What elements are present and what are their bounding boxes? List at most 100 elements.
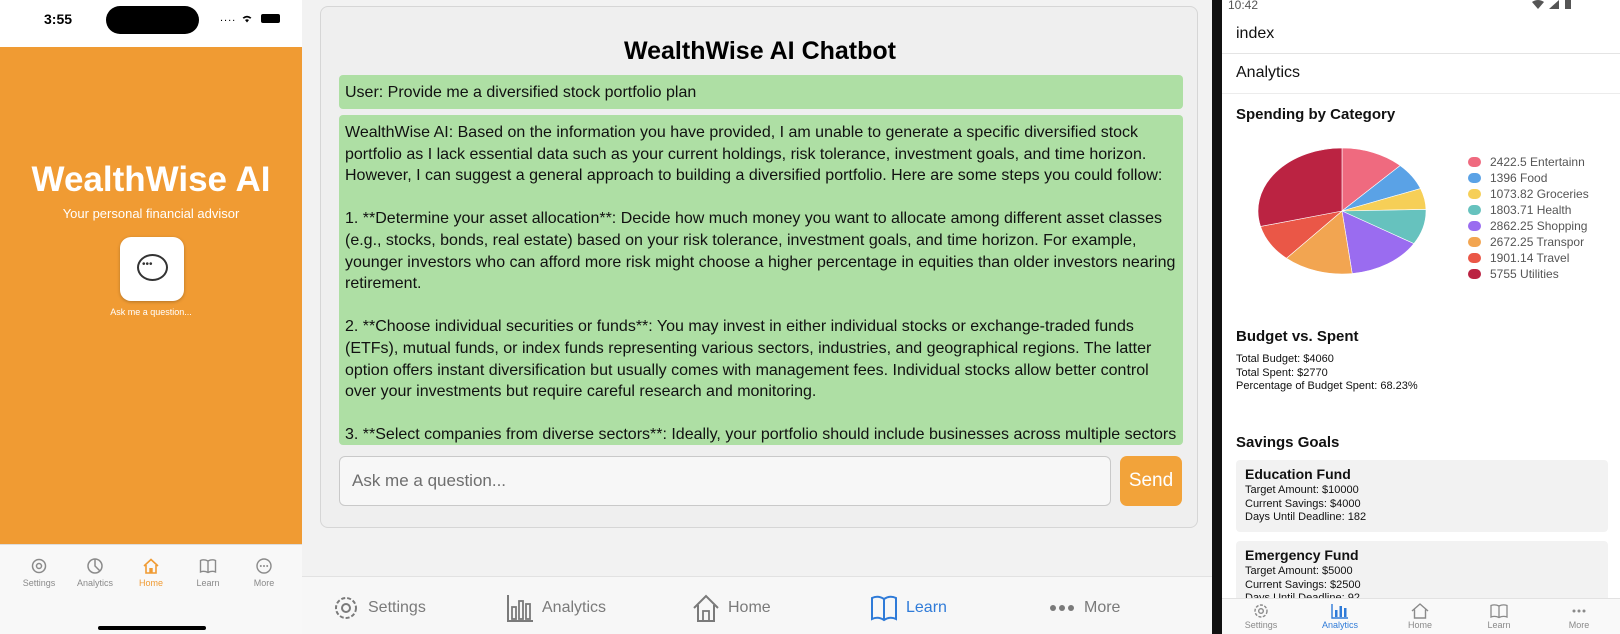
chat-bubble-icon — [137, 254, 168, 281]
home-icon — [1411, 603, 1429, 619]
tab-home[interactable]: Home — [1390, 603, 1450, 630]
question-input-wrapper — [339, 456, 1111, 506]
legend-swatch — [1468, 237, 1481, 247]
legend-item: 2672.25 Transpor — [1468, 234, 1620, 250]
legend-label: 1901.14 Travel — [1490, 251, 1570, 265]
home-icon — [693, 594, 719, 622]
legend-swatch — [1468, 173, 1481, 183]
tab-settings-label: Settings — [368, 599, 426, 616]
page-title: WealthWise AI Chatbot — [623, 37, 896, 65]
goal-title: Emergency Fund — [1245, 547, 1359, 563]
gear-icon — [1254, 604, 1268, 618]
tab-learn-label: Learn — [906, 599, 947, 616]
spending-pie-chart — [1257, 147, 1427, 275]
gear-icon — [31, 558, 47, 574]
budget-total: Total Budget: $4060 — [1236, 353, 1334, 365]
divider — [1222, 93, 1620, 94]
ask-caption: Ask me a question... — [110, 307, 192, 317]
tab-analytics-label: Analytics — [1321, 620, 1358, 630]
gear-icon — [335, 597, 357, 619]
tab-learn[interactable]: Learn — [1469, 603, 1529, 630]
goal-current: Current Savings: $4000 — [1245, 497, 1361, 510]
tab-more-label: More — [1084, 599, 1121, 616]
tab-more[interactable]: More — [1048, 591, 1120, 625]
goal-title: Education Fund — [1245, 466, 1351, 482]
bar-chart-icon — [507, 595, 533, 622]
savings-heading: Savings Goals — [1236, 434, 1340, 451]
status-bar: 10:42 — [1222, 0, 1620, 14]
legend-swatch — [1468, 205, 1481, 215]
bottom-tab-bar: Settings Analytics Home Learn More — [302, 576, 1212, 634]
tab-learn[interactable]: Learn — [180, 557, 236, 588]
tab-home-label: Home — [728, 599, 771, 616]
status-icons — [1532, 0, 1571, 12]
tab-settings[interactable]: Settings — [11, 557, 67, 588]
tab-analytics[interactable]: Analytics — [1310, 603, 1370, 630]
tab-more[interactable]: More — [236, 557, 292, 588]
pie-chart-icon — [87, 558, 103, 574]
budget-spent: Total Spent: $2770 — [1236, 366, 1328, 379]
legend-swatch — [1468, 269, 1481, 279]
legend-item: 1073.82 Groceries — [1468, 186, 1620, 202]
send-button[interactable]: Send — [1120, 456, 1182, 506]
question-input[interactable] — [340, 457, 1110, 505]
status-bar: 3:55 .... — [0, 0, 302, 47]
legend-label: 2672.25 Transpor — [1490, 235, 1585, 249]
bottom-tab-bar: Settings Analytics Home Learn More — [0, 544, 302, 634]
app-title: index — [1236, 25, 1275, 42]
tab-learn[interactable]: Learn — [870, 591, 947, 625]
legend-item: 2862.25 Shopping — [1468, 218, 1620, 234]
app-bar: index — [1222, 14, 1620, 54]
tab-more-label: More — [1568, 620, 1590, 630]
status-time: 3:55 — [44, 11, 73, 27]
tab-settings-label: Settings — [1244, 620, 1278, 630]
screenshot-collage: 3:55 .... WealthWise AI Your personal fi… — [0, 0, 1620, 634]
goal-deadline: Days Until Deadline: 182 — [1245, 511, 1367, 523]
legend-label: 5755 Utilities — [1490, 267, 1559, 281]
legend-item: 2422.5 Entertainn — [1468, 154, 1620, 170]
dynamic-island — [106, 6, 199, 34]
legend-label: 1073.82 Groceries — [1490, 187, 1589, 201]
chat-card: WealthWise AI Chatbot User: Provide me a… — [320, 6, 1198, 528]
tab-analytics-label: Analytics — [542, 599, 607, 616]
mobile-home-screen: 3:55 .... WealthWise AI Your personal fi… — [0, 0, 302, 634]
tab-settings-label: Settings — [22, 578, 56, 588]
wifi-icon — [1532, 0, 1544, 9]
battery-icon — [261, 13, 281, 23]
legend-swatch — [1468, 189, 1481, 199]
status-time: 10:42 — [1228, 0, 1259, 12]
book-icon — [1490, 604, 1508, 619]
brand-title: WealthWise AI — [31, 160, 271, 199]
tab-settings[interactable]: Settings — [332, 591, 426, 625]
tab-home[interactable]: Home — [123, 557, 179, 588]
book-icon — [871, 595, 897, 622]
web-chat-screen: WealthWise AI Chatbot User: Provide me a… — [302, 0, 1212, 634]
tab-home[interactable]: Home — [692, 591, 771, 625]
goal-target: Target Amount: $5000 — [1245, 565, 1353, 577]
battery-icon — [1564, 0, 1571, 9]
tab-analytics[interactable]: Analytics — [67, 557, 123, 588]
tab-settings[interactable]: Settings — [1231, 603, 1291, 630]
goal-current: Current Savings: $2500 — [1245, 578, 1361, 591]
tab-home-label: Home — [138, 578, 163, 588]
signal-icon — [1549, 0, 1560, 9]
book-icon — [199, 559, 217, 574]
tab-more[interactable]: More — [1549, 603, 1609, 630]
budget-heading: Budget vs. Spent — [1236, 328, 1359, 345]
legend-label: 1803.71 Health — [1490, 203, 1572, 217]
bottom-tab-bar: Settings Analytics Home Learn More — [1222, 598, 1620, 634]
signal-icon: .... — [220, 12, 237, 24]
tab-learn-label: Learn — [196, 578, 220, 588]
ai-message[interactable]: WealthWise AI: Based on the information … — [339, 115, 1183, 445]
home-indicator — [98, 626, 206, 630]
legend-label: 2862.25 Shopping — [1490, 219, 1588, 233]
tab-analytics[interactable]: Analytics — [506, 591, 606, 625]
more-icon — [1572, 609, 1586, 613]
goal-card-education[interactable]: Education Fund Target Amount: $10000 Cur… — [1236, 460, 1608, 532]
budget-percentage: Percentage of Budget Spent: 68.23% — [1236, 380, 1418, 392]
open-chat-button[interactable] — [120, 237, 184, 301]
legend-item: 5755 Utilities — [1468, 266, 1620, 282]
page-title: Analytics — [1236, 64, 1301, 81]
tab-analytics-label: Analytics — [76, 578, 113, 588]
tab-learn-label: Learn — [1487, 620, 1511, 630]
